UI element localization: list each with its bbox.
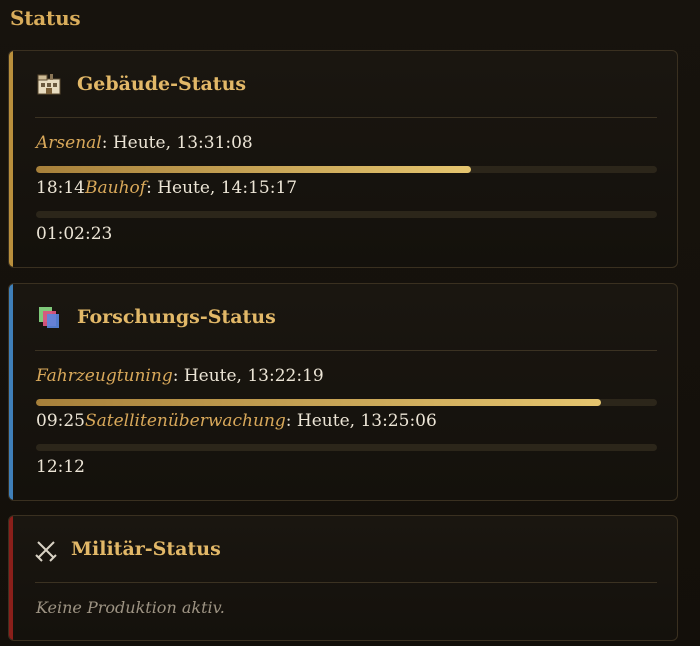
military-empty-message: Keine Produktion aktiv. [36,598,225,617]
building-item-arsenal: Arsenal: Heute, 13:31:08 [36,133,253,153]
research-status-title: Forschungs-Status [77,306,276,328]
building-remaining-time: 01:02:23 [36,224,113,244]
building-name[interactable]: Bauhof [85,178,146,198]
research-progress-bar [36,444,657,451]
building-progress-fill [36,166,471,173]
military-status-header: Militär-Status [35,516,657,583]
building-remaining-time: 18:14 [36,178,85,198]
building-finish-time: : Heute, 13:31:08 [101,133,253,153]
research-finish-time: : Heute, 13:22:19 [172,366,324,386]
research-progress-fill [36,399,602,406]
building-status-panel: Gebäude-Status Arsenal: Heute, 13:31:08 … [8,50,678,268]
building-status-title: Gebäude-Status [77,73,247,95]
research-item-satellitenueberwachung: 09:25Satellitenüberwachung: Heute, 13:25… [36,411,437,431]
research-status-header: Forschungs-Status [35,284,657,351]
building-status-header: Gebäude-Status [35,51,657,118]
building-progress-bar [36,211,657,218]
research-remaining-time: 12:12 [36,457,85,477]
research-books-icon [35,303,63,331]
page-title: Status [10,6,81,30]
building-item-bauhof: 18:14Bauhof: Heute, 14:15:17 [36,178,297,198]
research-progress-bar [36,399,657,406]
research-status-panel: Forschungs-Status Fahrzeugtuning: Heute,… [8,283,678,501]
research-name[interactable]: Fahrzeugtuning [36,366,173,386]
research-remaining-time: 09:25 [36,411,85,431]
building-finish-time: : Heute, 14:15:17 [146,178,298,198]
research-finish-time: : Heute, 13:25:06 [285,411,437,431]
research-name[interactable]: Satellitenüberwachung [85,411,286,431]
military-status-panel: Militär-Status Keine Produktion aktiv. [8,515,678,641]
military-status-title: Militär-Status [71,538,221,560]
crossed-swords-icon [35,535,57,563]
research-item-fahrzeugtuning: Fahrzeugtuning: Heute, 13:22:19 [36,366,324,386]
building-name[interactable]: Arsenal [36,133,102,153]
building-progress-bar [36,166,657,173]
building-icon [35,70,63,98]
